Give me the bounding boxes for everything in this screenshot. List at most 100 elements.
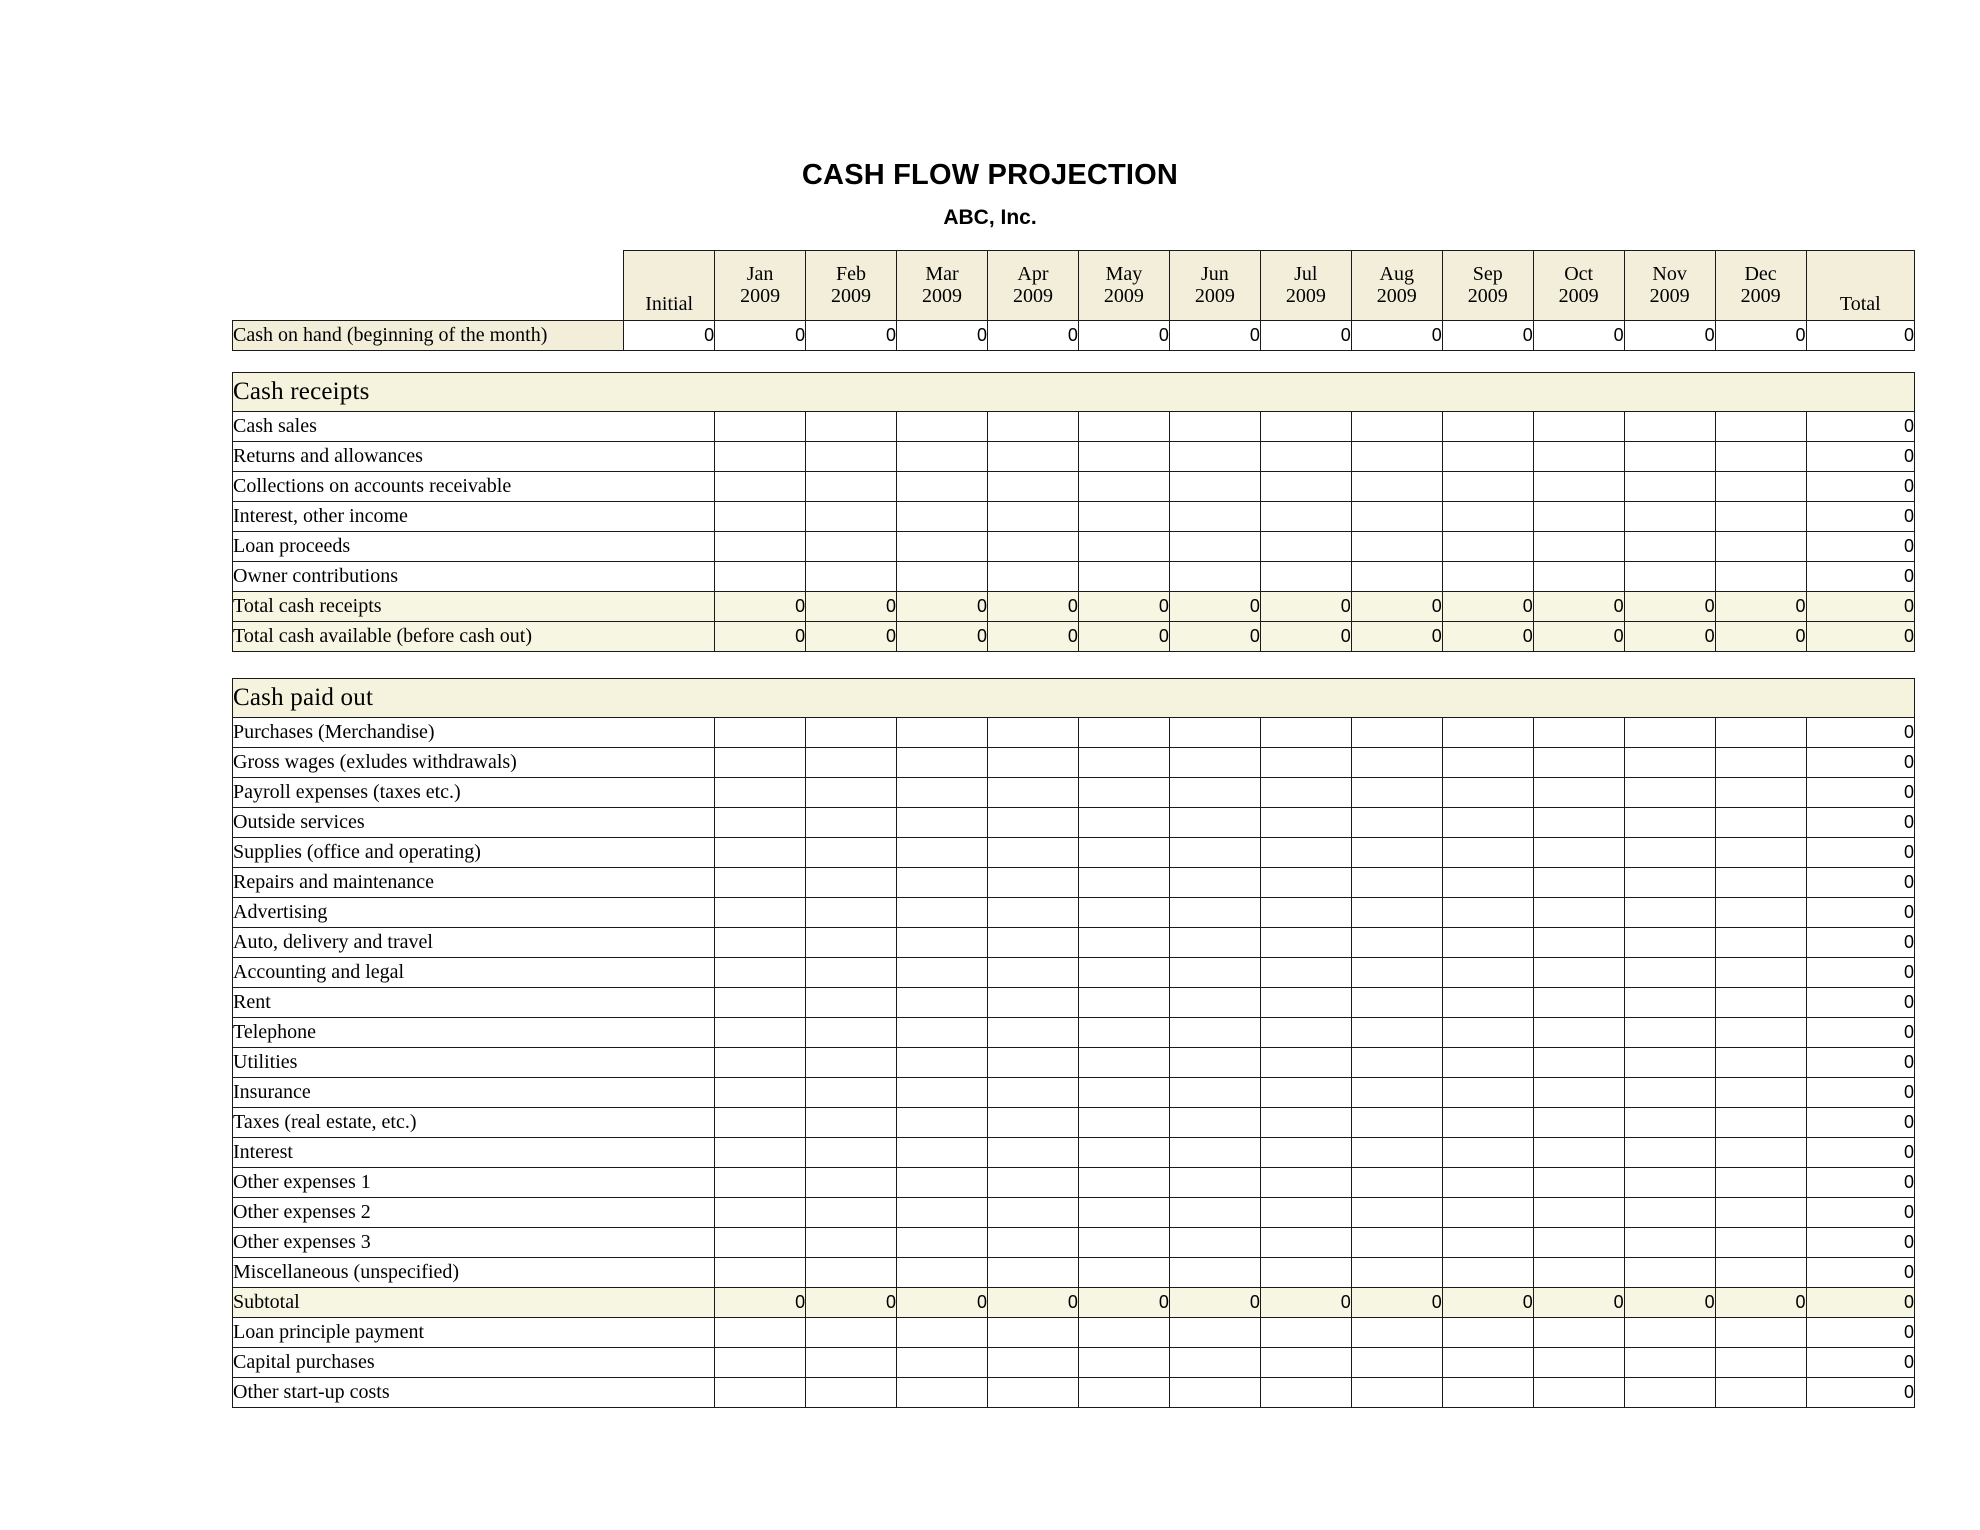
column-header-month-dec[interactable]: Dec 2009: [1714, 250, 1807, 321]
cell-cash-receipts-1-sep[interactable]: [1441, 441, 1534, 472]
cell-cash-paid-out-20-total[interactable]: 0: [1805, 1317, 1916, 1348]
cell-cash-receipts-2-jul[interactable]: [1259, 471, 1352, 502]
cell-cash-receipts-3-oct[interactable]: [1532, 501, 1625, 532]
cell-cash-on-hand-may[interactable]: 0: [1077, 320, 1170, 351]
cell-cash-paid-out-6-jul[interactable]: [1259, 897, 1352, 928]
cell-cash-on-hand-apr[interactable]: 0: [986, 320, 1079, 351]
cell-cash-receipts-2-oct[interactable]: [1532, 471, 1625, 502]
cell-cash-paid-out-17-feb[interactable]: [805, 1227, 898, 1258]
cell-cash-paid-out-1-jul[interactable]: [1259, 747, 1352, 778]
cell-cash-receipts-5-nov[interactable]: [1623, 561, 1716, 592]
cell-cash-paid-out-4-nov[interactable]: [1623, 837, 1716, 868]
cell-cash-paid-out-10-total[interactable]: 0: [1805, 1017, 1916, 1048]
cell-cash-paid-out-14-mar[interactable]: [896, 1137, 988, 1168]
cell-cash-receipts-3-apr[interactable]: [986, 501, 1079, 532]
cell-cash-paid-out-5-aug[interactable]: [1350, 867, 1443, 898]
cell-cash-receipts-1-may[interactable]: [1077, 441, 1170, 472]
cell-cash-paid-out-17-may[interactable]: [1077, 1227, 1170, 1258]
cell-cash-paid-out-11-total[interactable]: 0: [1805, 1047, 1916, 1078]
cell-cash-paid-out-6-nov[interactable]: [1623, 897, 1716, 928]
cell-cash-paid-out-11-jul[interactable]: [1259, 1047, 1352, 1078]
cell-cash-paid-out-9-total[interactable]: 0: [1805, 987, 1916, 1018]
cell-cash-paid-out-19-sep[interactable]: 0: [1441, 1287, 1534, 1318]
cell-cash-paid-out-13-nov[interactable]: [1623, 1107, 1716, 1138]
cell-cash-paid-out-0-jun[interactable]: [1168, 717, 1261, 748]
cell-cash-paid-out-22-jun[interactable]: [1168, 1377, 1261, 1408]
cell-cash-receipts-2-nov[interactable]: [1623, 471, 1716, 502]
cell-cash-paid-out-5-total[interactable]: 0: [1805, 867, 1916, 898]
cell-cash-paid-out-13-feb[interactable]: [805, 1107, 898, 1138]
cell-cash-paid-out-1-apr[interactable]: [986, 747, 1079, 778]
cell-cash-paid-out-6-jan[interactable]: [714, 897, 807, 928]
cell-cash-paid-out-2-apr[interactable]: [986, 777, 1079, 808]
cell-cash-paid-out-5-sep[interactable]: [1441, 867, 1534, 898]
cell-cash-receipts-4-total[interactable]: 0: [1805, 531, 1916, 562]
cell-cash-paid-out-20-jan[interactable]: [714, 1317, 807, 1348]
cell-cash-paid-out-11-feb[interactable]: [805, 1047, 898, 1078]
cell-cash-paid-out-14-total[interactable]: 0: [1805, 1137, 1916, 1168]
cell-cash-paid-out-20-may[interactable]: [1077, 1317, 1170, 1348]
cell-cash-paid-out-13-oct[interactable]: [1532, 1107, 1625, 1138]
cell-cash-paid-out-22-dec[interactable]: [1714, 1377, 1807, 1408]
cell-cash-paid-out-16-sep[interactable]: [1441, 1197, 1534, 1228]
cell-cash-paid-out-10-apr[interactable]: [986, 1017, 1079, 1048]
cell-cash-paid-out-0-jul[interactable]: [1259, 717, 1352, 748]
cell-cash-paid-out-15-total[interactable]: 0: [1805, 1167, 1916, 1198]
cell-cash-receipts-4-jun[interactable]: [1168, 531, 1261, 562]
cell-cash-paid-out-9-feb[interactable]: [805, 987, 898, 1018]
cell-cash-paid-out-9-jan[interactable]: [714, 987, 807, 1018]
cell-cash-paid-out-14-may[interactable]: [1077, 1137, 1170, 1168]
cell-cash-paid-out-16-oct[interactable]: [1532, 1197, 1625, 1228]
cell-cash-paid-out-10-nov[interactable]: [1623, 1017, 1716, 1048]
cell-cash-receipts-4-feb[interactable]: [805, 531, 898, 562]
cell-cash-paid-out-5-may[interactable]: [1077, 867, 1170, 898]
cell-cash-paid-out-2-dec[interactable]: [1714, 777, 1807, 808]
cell-cash-paid-out-22-total[interactable]: 0: [1805, 1377, 1916, 1408]
cell-cash-receipts-0-dec[interactable]: [1714, 411, 1807, 442]
cell-cash-paid-out-0-aug[interactable]: [1350, 717, 1443, 748]
cell-cash-receipts-3-dec[interactable]: [1714, 501, 1807, 532]
cell-cash-paid-out-2-mar[interactable]: [896, 777, 988, 808]
cell-cash-on-hand-feb[interactable]: 0: [805, 320, 898, 351]
cell-cash-paid-out-2-jan[interactable]: [714, 777, 807, 808]
cell-cash-paid-out-3-total[interactable]: 0: [1805, 807, 1916, 838]
cell-cash-paid-out-14-feb[interactable]: [805, 1137, 898, 1168]
cell-cash-paid-out-6-sep[interactable]: [1441, 897, 1534, 928]
cell-cash-paid-out-19-feb[interactable]: 0: [805, 1287, 898, 1318]
cell-cash-receipts-7-nov[interactable]: 0: [1623, 621, 1716, 652]
cell-cash-paid-out-3-sep[interactable]: [1441, 807, 1534, 838]
cell-cash-paid-out-3-jun[interactable]: [1168, 807, 1261, 838]
cell-cash-paid-out-1-total[interactable]: 0: [1805, 747, 1916, 778]
cell-cash-paid-out-12-jun[interactable]: [1168, 1077, 1261, 1108]
cell-cash-paid-out-22-aug[interactable]: [1350, 1377, 1443, 1408]
cell-cash-receipts-4-dec[interactable]: [1714, 531, 1807, 562]
cell-cash-paid-out-5-oct[interactable]: [1532, 867, 1625, 898]
cell-cash-receipts-4-may[interactable]: [1077, 531, 1170, 562]
cell-cash-paid-out-11-jan[interactable]: [714, 1047, 807, 1078]
cell-cash-paid-out-6-mar[interactable]: [896, 897, 988, 928]
cell-cash-receipts-5-jan[interactable]: [714, 561, 807, 592]
cell-cash-paid-out-7-dec[interactable]: [1714, 927, 1807, 958]
cell-cash-paid-out-8-aug[interactable]: [1350, 957, 1443, 988]
cell-cash-paid-out-0-total[interactable]: 0: [1805, 717, 1916, 748]
cell-cash-receipts-6-nov[interactable]: 0: [1623, 591, 1716, 622]
cell-cash-on-hand-aug[interactable]: 0: [1350, 320, 1443, 351]
cell-cash-paid-out-21-feb[interactable]: [805, 1347, 898, 1378]
cell-cash-paid-out-21-oct[interactable]: [1532, 1347, 1625, 1378]
cell-cash-paid-out-4-oct[interactable]: [1532, 837, 1625, 868]
cell-cash-paid-out-20-aug[interactable]: [1350, 1317, 1443, 1348]
cell-cash-paid-out-17-jan[interactable]: [714, 1227, 807, 1258]
cell-cash-paid-out-8-may[interactable]: [1077, 957, 1170, 988]
cell-cash-paid-out-1-feb[interactable]: [805, 747, 898, 778]
cell-cash-paid-out-21-total[interactable]: 0: [1805, 1347, 1916, 1378]
cell-cash-paid-out-16-may[interactable]: [1077, 1197, 1170, 1228]
cell-cash-paid-out-22-nov[interactable]: [1623, 1377, 1716, 1408]
cell-cash-paid-out-11-nov[interactable]: [1623, 1047, 1716, 1078]
cell-cash-paid-out-18-dec[interactable]: [1714, 1257, 1807, 1288]
cell-cash-paid-out-10-oct[interactable]: [1532, 1017, 1625, 1048]
cell-cash-paid-out-15-oct[interactable]: [1532, 1167, 1625, 1198]
cell-cash-paid-out-9-nov[interactable]: [1623, 987, 1716, 1018]
cell-cash-paid-out-6-may[interactable]: [1077, 897, 1170, 928]
cell-cash-paid-out-21-jul[interactable]: [1259, 1347, 1352, 1378]
cell-cash-paid-out-1-nov[interactable]: [1623, 747, 1716, 778]
